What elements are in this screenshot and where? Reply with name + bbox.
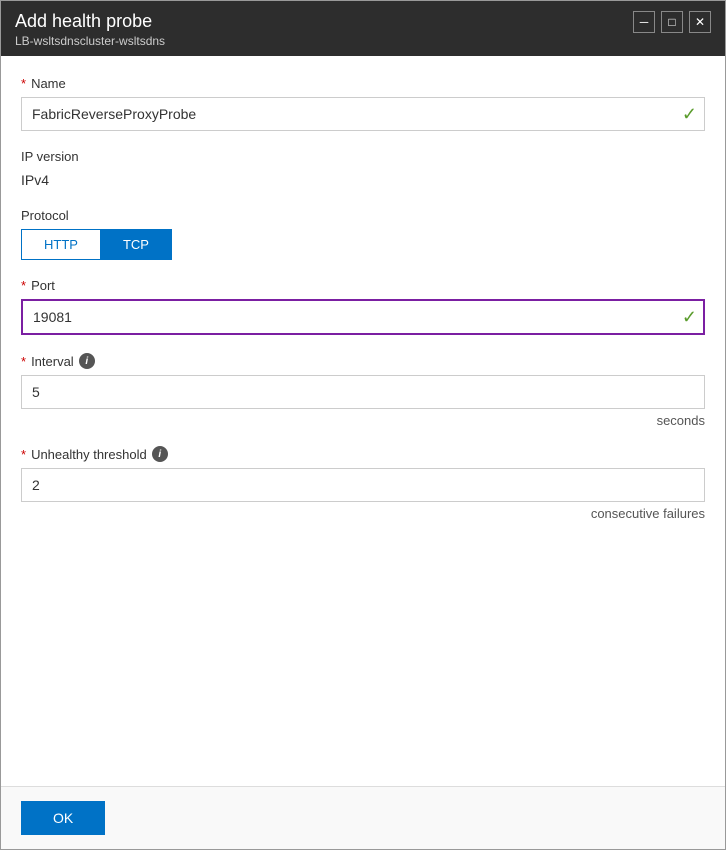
unhealthy-suffix: consecutive failures [21, 506, 705, 521]
interval-suffix: seconds [21, 413, 705, 428]
title-bar-controls: ─ □ ✕ [633, 11, 711, 33]
name-label-text: Name [31, 76, 66, 91]
interval-input[interactable] [21, 375, 705, 409]
port-label: * Port [21, 278, 705, 293]
title-bar: Add health probe LB-wsltsdnscluster-wslt… [1, 1, 725, 56]
unhealthy-info-icon[interactable]: i [152, 446, 168, 462]
port-field-group: * Port ✓ [21, 278, 705, 335]
name-check-icon: ✓ [682, 104, 697, 125]
port-required-star: * [21, 278, 26, 293]
ip-version-value: IPv4 [21, 170, 705, 190]
name-input-wrapper: ✓ [21, 97, 705, 131]
form-content: * Name ✓ IP version IPv4 Protocol HTTP T… [1, 56, 725, 786]
interval-label-text: Interval [31, 354, 74, 369]
ip-version-label-text: IP version [21, 149, 79, 164]
dialog-footer: OK [1, 786, 725, 849]
name-input[interactable] [21, 97, 705, 131]
interval-required-star: * [21, 354, 26, 369]
close-button[interactable]: ✕ [689, 11, 711, 33]
unhealthy-threshold-field-group: * Unhealthy threshold i consecutive fail… [21, 446, 705, 521]
port-check-icon: ✓ [682, 307, 697, 328]
protocol-buttons: HTTP TCP [21, 229, 705, 260]
add-health-probe-dialog: Add health probe LB-wsltsdnscluster-wslt… [0, 0, 726, 850]
interval-field-group: * Interval i seconds [21, 353, 705, 428]
maximize-button[interactable]: □ [661, 11, 683, 33]
name-field-group: * Name ✓ [21, 76, 705, 131]
protocol-label-text: Protocol [21, 208, 69, 223]
name-required-star: * [21, 76, 26, 91]
name-label: * Name [21, 76, 705, 91]
interval-label: * Interval i [21, 353, 705, 369]
protocol-field-group: Protocol HTTP TCP [21, 208, 705, 260]
port-input-wrapper: ✓ [21, 299, 705, 335]
dialog-title: Add health probe [15, 11, 165, 32]
minimize-button[interactable]: ─ [633, 11, 655, 33]
unhealthy-label-text: Unhealthy threshold [31, 447, 147, 462]
title-bar-text: Add health probe LB-wsltsdnscluster-wslt… [15, 11, 165, 48]
port-label-text: Port [31, 278, 55, 293]
protocol-tcp-button[interactable]: TCP [100, 229, 172, 260]
port-input[interactable] [21, 299, 705, 335]
dialog-subtitle: LB-wsltsdnscluster-wsltsdns [15, 34, 165, 48]
unhealthy-input[interactable] [21, 468, 705, 502]
protocol-http-button[interactable]: HTTP [21, 229, 100, 260]
unhealthy-required-star: * [21, 447, 26, 462]
protocol-label: Protocol [21, 208, 705, 223]
ip-version-label: IP version [21, 149, 705, 164]
interval-info-icon[interactable]: i [79, 353, 95, 369]
unhealthy-label: * Unhealthy threshold i [21, 446, 705, 462]
ip-version-field-group: IP version IPv4 [21, 149, 705, 190]
ok-button[interactable]: OK [21, 801, 105, 835]
